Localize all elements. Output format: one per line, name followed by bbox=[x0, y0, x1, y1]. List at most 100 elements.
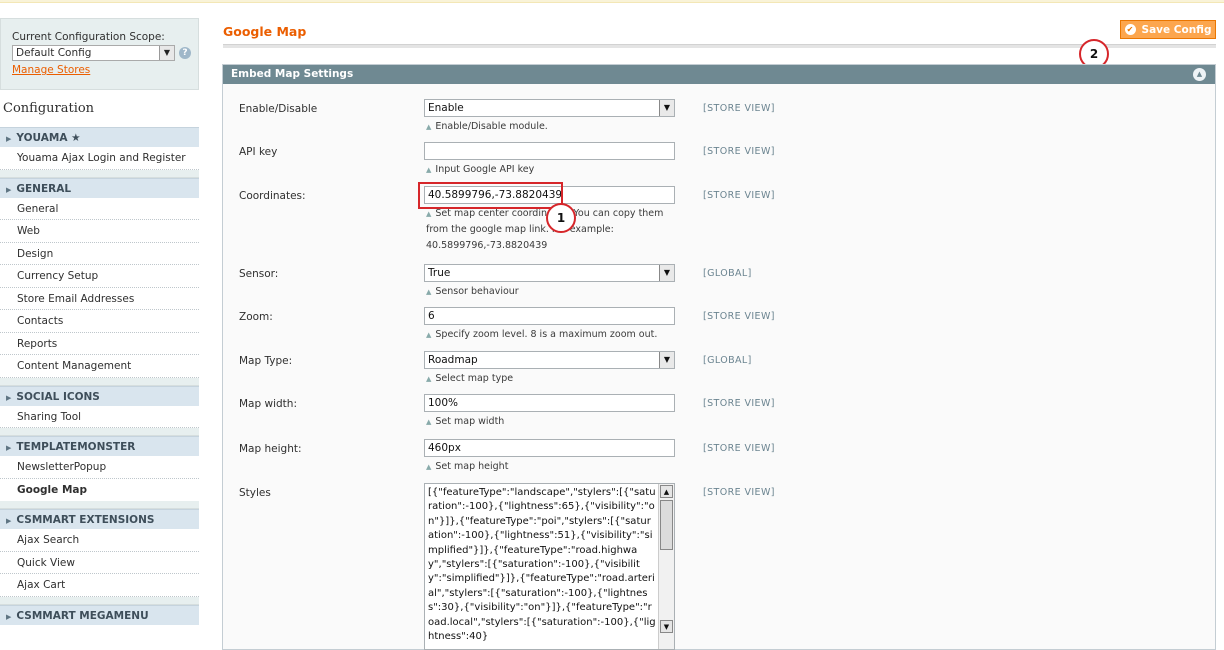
section-general[interactable]: ▶ GENERAL bbox=[0, 177, 199, 198]
config-title: Configuration bbox=[3, 101, 95, 116]
triangle-up-icon: ▲ bbox=[426, 166, 432, 174]
field-note: ▲ Input Google API key bbox=[426, 164, 535, 175]
triangle-up-icon: ▲ bbox=[426, 463, 432, 471]
map-width-input[interactable]: 100% bbox=[424, 394, 675, 412]
scope-badge: [STORE VIEW] bbox=[703, 146, 775, 157]
scope-badge: [GLOBAL] bbox=[703, 268, 752, 279]
fieldset-title: Embed Map Settings bbox=[231, 68, 354, 80]
scope-badge: [GLOBAL] bbox=[703, 355, 752, 366]
section-templatemonster[interactable]: ▶ TEMPLATEMONSTER bbox=[0, 436, 199, 456]
field-note: ▲ Set map width bbox=[426, 416, 505, 427]
sidebar-item-currency[interactable]: Currency Setup bbox=[0, 265, 199, 288]
scroll-thumb[interactable] bbox=[660, 500, 673, 550]
map-type-select[interactable]: Roadmap ▼ bbox=[424, 351, 675, 369]
scope-badge: [STORE VIEW] bbox=[703, 398, 775, 409]
section-youama[interactable]: ▶ YOUAMA ★ bbox=[0, 127, 199, 147]
sidebar-item-ajax-search[interactable]: Ajax Search bbox=[0, 529, 199, 552]
sidebar-item-ajax-cart[interactable]: Ajax Cart bbox=[0, 574, 199, 597]
help-icon[interactable]: ? bbox=[179, 47, 191, 59]
field-label: Map width: bbox=[239, 398, 297, 410]
check-icon: ✔ bbox=[1124, 24, 1136, 35]
map-height-input[interactable]: 460px bbox=[424, 439, 675, 457]
field-label: API key bbox=[239, 146, 278, 158]
section-csmmart-megamenu[interactable]: ▶ CSMMART MEGAMENU bbox=[0, 604, 199, 625]
triangle-right-icon: ▶ bbox=[6, 612, 12, 621]
scope-switcher: Current Configuration Scope: Default Con… bbox=[0, 18, 199, 90]
field-label: Sensor: bbox=[239, 268, 279, 280]
chevron-down-icon: ▼ bbox=[659, 265, 674, 281]
triangle-right-icon: ▶ bbox=[6, 393, 12, 402]
triangle-right-icon: ▶ bbox=[6, 444, 12, 452]
sidebar-item-design[interactable]: Design bbox=[0, 242, 199, 265]
scope-badge: [STORE VIEW] bbox=[703, 190, 775, 201]
styles-text: [{"featureType":"landscape","stylers":[{… bbox=[428, 487, 656, 643]
field-note: ▲ Select map type bbox=[426, 373, 514, 384]
coordinates-highlight bbox=[418, 182, 563, 209]
embed-map-fieldset: Embed Map Settings ▲ Enable/Disable Enab… bbox=[222, 64, 1216, 650]
collapse-icon[interactable]: ▲ bbox=[1193, 68, 1206, 81]
scope-label: Current Configuration Scope: bbox=[12, 31, 165, 43]
page-title: Google Map bbox=[223, 24, 307, 39]
triangle-up-icon: ▲ bbox=[426, 210, 432, 218]
scope-select[interactable]: Default Config ▼ bbox=[12, 45, 175, 61]
scroll-down-icon[interactable]: ▼ bbox=[660, 620, 673, 633]
api-key-input[interactable] bbox=[424, 142, 675, 160]
sidebar-item-web[interactable]: Web bbox=[0, 220, 199, 243]
fieldset-header[interactable]: Embed Map Settings ▲ bbox=[223, 65, 1215, 84]
sidebar-item-general[interactable]: General bbox=[0, 197, 199, 220]
styles-textarea[interactable]: [{"featureType":"landscape","stylers":[{… bbox=[424, 483, 675, 650]
zoom-input[interactable]: 6 bbox=[424, 307, 675, 325]
textarea-scrollbar[interactable]: ▲ ▼ bbox=[658, 484, 674, 649]
sidebar-item-newsletter-popup[interactable]: NewsletterPopup bbox=[0, 456, 199, 479]
sidebar-item-store-email[interactable]: Store Email Addresses bbox=[0, 287, 199, 310]
section-divider bbox=[0, 169, 199, 178]
triangle-up-icon: ▲ bbox=[426, 331, 432, 339]
section-social-icons[interactable]: ▶ SOCIAL ICONS bbox=[0, 385, 199, 406]
triangle-right-icon: ▶ bbox=[6, 185, 12, 194]
enable-select[interactable]: Enable ▼ bbox=[424, 99, 675, 117]
field-label: Styles bbox=[239, 487, 271, 499]
top-notice-strip bbox=[0, 0, 1224, 3]
save-config-button[interactable]: ✔ Save Config bbox=[1120, 20, 1216, 39]
field-note: ▲ Enable/Disable module. bbox=[426, 121, 548, 132]
field-note: ▲ Sensor behaviour bbox=[426, 286, 519, 297]
sidebar-item-sharing-tool[interactable]: Sharing Tool bbox=[0, 405, 199, 428]
sensor-select[interactable]: True ▼ bbox=[424, 264, 675, 282]
field-label: Coordinates: bbox=[239, 190, 306, 202]
scroll-up-icon[interactable]: ▲ bbox=[660, 485, 673, 498]
triangle-right-icon: ▶ bbox=[6, 135, 12, 143]
config-sidebar: Current Configuration Scope: Default Con… bbox=[0, 18, 199, 650]
section-divider bbox=[0, 501, 199, 509]
manage-stores-link[interactable]: Manage Stores bbox=[12, 64, 198, 76]
scope-badge: [STORE VIEW] bbox=[703, 103, 775, 114]
section-divider bbox=[0, 596, 199, 605]
scope-badge: [STORE VIEW] bbox=[703, 443, 775, 454]
chevron-down-icon: ▼ bbox=[659, 100, 674, 116]
sidebar-item-google-map[interactable]: Google Map bbox=[0, 478, 199, 501]
title-divider bbox=[223, 44, 1216, 48]
chevron-down-icon: ▼ bbox=[659, 352, 674, 368]
sidebar-item-contacts[interactable]: Contacts bbox=[0, 310, 199, 333]
triangle-up-icon: ▲ bbox=[426, 375, 432, 383]
sidebar-item-reports[interactable]: Reports bbox=[0, 332, 199, 355]
section-csmmart-extensions[interactable]: ▶ CSMMART EXTENSIONS bbox=[0, 509, 199, 529]
scope-badge: [STORE VIEW] bbox=[703, 311, 775, 322]
triangle-up-icon: ▲ bbox=[426, 418, 432, 426]
sidebar-item-quick-view[interactable]: Quick View bbox=[0, 551, 199, 574]
field-label: Enable/Disable bbox=[239, 103, 318, 115]
section-divider bbox=[0, 428, 199, 436]
triangle-up-icon: ▲ bbox=[426, 288, 432, 296]
field-label: Zoom: bbox=[239, 311, 273, 323]
callout-marker-1: 1 bbox=[546, 203, 576, 233]
field-label: Map Type: bbox=[239, 355, 293, 367]
sidebar-item-youama-ajax[interactable]: Youama Ajax Login and Register bbox=[0, 147, 199, 170]
field-note: ▲ Set map height bbox=[426, 461, 509, 472]
field-note: ▲ Specify zoom level. 8 is a maximum zoom… bbox=[426, 329, 658, 340]
triangle-up-icon: ▲ bbox=[426, 123, 432, 131]
section-divider bbox=[0, 377, 199, 386]
save-config-label: Save Config bbox=[1141, 23, 1212, 36]
sidebar-item-content-mgmt[interactable]: Content Management bbox=[0, 355, 199, 378]
triangle-right-icon: ▶ bbox=[6, 517, 12, 525]
field-label: Map height: bbox=[239, 443, 302, 455]
scope-select-value: Default Config bbox=[16, 47, 92, 59]
